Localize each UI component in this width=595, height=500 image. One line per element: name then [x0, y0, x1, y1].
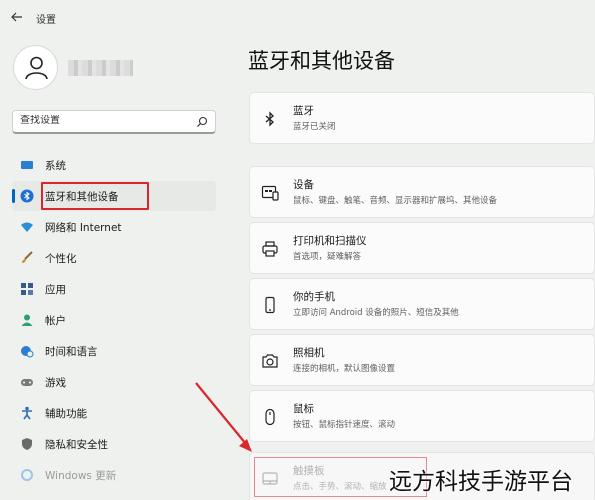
- sidebar-item-label: 网络和 Internet: [45, 222, 122, 234]
- card-mouse[interactable]: 鼠标 按钮、鼠标指针速度、滚动: [249, 390, 595, 442]
- sidebar-item-label: 辅助功能: [45, 408, 87, 420]
- sidebar-item-system[interactable]: 系统: [12, 150, 216, 180]
- sidebar-item-apps[interactable]: 应用: [12, 274, 216, 304]
- shield-icon: [22, 438, 32, 450]
- sidebar-item-windows-update[interactable]: Windows 更新: [12, 460, 216, 490]
- person-icon: [25, 56, 48, 80]
- card-description: 首选项，疑难解答: [293, 252, 362, 262]
- sidebar-item-label: 应用: [45, 284, 66, 296]
- card-description: 蓝牙已关闭: [293, 122, 336, 132]
- sidebar-item-label: 时间和语言: [45, 346, 98, 358]
- brush-icon: [22, 251, 33, 263]
- sidebar-item-label: 隐私和安全性: [45, 439, 108, 451]
- sidebar-item-accessibility[interactable]: 辅助功能: [12, 398, 216, 428]
- watermark-text: 远方科技手游平台: [389, 469, 573, 495]
- sidebar-item-label: 系统: [45, 160, 66, 172]
- card-camera[interactable]: 照相机 连接的相机，默认图像设置: [249, 334, 595, 386]
- title-bar: 设置: [0, 0, 595, 34]
- card-description: 按钮、鼠标指针速度、滚动: [293, 420, 396, 430]
- avatar[interactable]: [13, 45, 58, 90]
- sidebar-item-privacy[interactable]: 隐私和安全性: [12, 429, 216, 459]
- card-title: 鼠标: [293, 403, 314, 415]
- bluetooth-icon: [20, 189, 34, 203]
- search-input[interactable]: [20, 115, 190, 126]
- annotation-arrow: [195, 382, 252, 452]
- bluetooth-icon: [265, 111, 274, 127]
- devices-icon: [261, 185, 279, 201]
- sidebar-item-label: 个性化: [45, 253, 77, 265]
- user-name-blurred: [68, 60, 133, 76]
- search-box[interactable]: [12, 110, 216, 134]
- update-icon: [21, 469, 33, 481]
- accessibility-icon: [22, 406, 32, 420]
- card-title: 你的手机: [293, 291, 335, 303]
- sidebar-item-time-language[interactable]: 时间和语言: [12, 336, 216, 366]
- card-description: 点击、手势、滚动、缩放: [293, 482, 387, 492]
- card-title: 设备: [293, 179, 314, 191]
- sidebar-item-personalization[interactable]: 个性化: [12, 243, 216, 273]
- system-display-icon: [21, 161, 33, 169]
- page-title: 蓝牙和其他设备: [248, 49, 395, 73]
- highlight-box: [41, 182, 149, 210]
- apps-icon: [21, 283, 33, 295]
- mouse-icon: [265, 408, 275, 426]
- gamepad-icon: [21, 379, 33, 386]
- card-title: 蓝牙: [293, 105, 314, 117]
- card-title: 照相机: [293, 347, 325, 359]
- sidebar-item-accounts[interactable]: 帐户: [12, 305, 216, 335]
- active-indicator: [12, 189, 15, 203]
- sidebar-item-bluetooth[interactable]: 蓝牙和其他设备: [12, 181, 216, 211]
- search-icon[interactable]: [196, 116, 208, 128]
- sidebar-item-label: Windows 更新: [45, 470, 117, 482]
- sidebar-item-label: 游戏: [45, 377, 66, 389]
- card-title: 触摸板: [293, 465, 325, 477]
- card-printers-scanners[interactable]: 打印机和扫描仪 首选项，疑难解答: [249, 222, 595, 274]
- card-description: 鼠标、键盘、触笔、音频、显示器和扩展坞、其他设备: [293, 196, 498, 206]
- card-title: 打印机和扫描仪: [293, 235, 367, 247]
- phone-icon: [265, 296, 275, 314]
- printer-icon: [262, 241, 278, 257]
- window-title: 设置: [36, 15, 56, 26]
- globe-clock-icon: [21, 346, 34, 358]
- account-icon: [21, 314, 33, 326]
- touchpad-icon: [262, 472, 278, 485]
- wifi-icon: [21, 222, 33, 232]
- sidebar-item-label: 帐户: [45, 315, 66, 327]
- card-your-phone[interactable]: 你的手机 立即访问 Android 设备的照片、短信及其他: [249, 278, 595, 330]
- sidebar-item-gaming[interactable]: 游戏: [12, 367, 216, 397]
- camera-icon: [262, 354, 278, 368]
- back-arrow-icon[interactable]: [10, 10, 24, 24]
- card-description: 连接的相机，默认图像设置: [293, 364, 396, 374]
- card-description: 立即访问 Android 设备的照片、短信及其他: [293, 308, 459, 318]
- card-bluetooth[interactable]: 蓝牙 蓝牙已关闭: [249, 92, 595, 144]
- card-devices[interactable]: 设备 鼠标、键盘、触笔、音频、显示器和扩展坞、其他设备: [249, 166, 595, 218]
- sidebar-item-network[interactable]: 网络和 Internet: [12, 212, 216, 242]
